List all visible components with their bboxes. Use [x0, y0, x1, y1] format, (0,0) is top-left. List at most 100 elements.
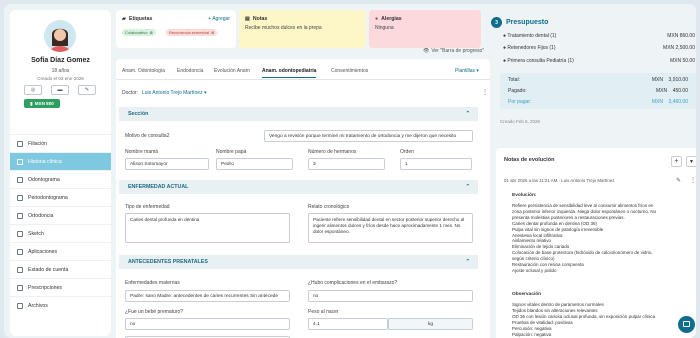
sidebar-item-historia-clinica[interactable]: Historia clínica [10, 152, 111, 170]
edit-button[interactable]: ✎ [78, 85, 96, 95]
notas-card[interactable]: ▤ Notas Recibe muchos dulces en la prepa [239, 10, 366, 48]
section-header[interactable]: ANTECEDENTES PRENATALES ⌃ [119, 255, 478, 269]
add-note-button[interactable]: + [671, 156, 682, 167]
peso-input[interactable]: 4.1 [308, 318, 388, 330]
pencil-icon [17, 230, 23, 237]
tag-chip[interactable]: Recurrencia semestral ⊗ [166, 29, 218, 36]
total-label: Total: [508, 77, 520, 83]
remove-tag-icon[interactable]: ⊗ [211, 30, 214, 35]
sidebar-item-ortodoncia[interactable]: Ortodoncia [10, 206, 111, 224]
orden-input[interactable]: 1 [400, 158, 472, 170]
tab-anam-odontologia[interactable]: Anam. Odontología [122, 68, 165, 74]
complicaciones-label: ¿Hubo complicaciones en el embarazo? [308, 280, 398, 286]
tipo-enfermedad-textarea[interactable]: Caries dental profunda en dentina [125, 213, 290, 243]
patient-sidebar: Sofía Díaz Gomez 18 años Creado el 03 en… [10, 10, 111, 336]
alergias-card[interactable]: ● Alergias Ninguna [369, 10, 481, 48]
edit-icon[interactable]: ✎ [676, 177, 681, 184]
clipboard-icon [17, 158, 23, 165]
observacion-subtitle: Observación [512, 292, 542, 297]
sidebar-item-estado-de-cuenta[interactable]: Estado de cuenta [10, 260, 111, 278]
tab-endodoncia[interactable]: Endodoncia [177, 68, 203, 74]
tag-chip[interactable]: Colaborativo ⊗ [122, 29, 156, 36]
nombre-mama-input[interactable]: Alison Sotomayor [125, 158, 209, 170]
sidebar-item-label: Archivos [28, 302, 48, 309]
note-meta: 01 abr 2026 a las 11:21 AM · Luis Antoni… [504, 178, 615, 183]
relato-textarea[interactable]: Paciente refiere sensibilidad dental en … [308, 213, 473, 243]
section-header[interactable]: ENFERMEDAD ACTUAL ⌃ [119, 180, 478, 194]
add-tag-button[interactable]: + Agregar [208, 16, 230, 22]
presupuesto-title: Presupuesto [506, 19, 549, 26]
folder-icon [17, 302, 23, 309]
sidebar-item-filiacion[interactable]: Filiación [10, 134, 111, 152]
patient-age: 18 años [51, 68, 70, 74]
whatsapp-button[interactable]: ◎ [24, 85, 42, 95]
filter-button[interactable]: ▼ [686, 156, 696, 167]
wallet-icon [17, 266, 23, 273]
remove-tag-icon[interactable]: ⊗ [149, 30, 152, 35]
balance-badge[interactable]: ▮ MXN 800 [24, 99, 60, 108]
tab-evolucion-anam[interactable]: Evolución Anam [214, 68, 250, 74]
more-options-icon[interactable]: ⋮ [690, 177, 696, 184]
section-title: ENFERMEDAD ACTUAL [128, 184, 189, 190]
chat-button[interactable] [678, 316, 695, 333]
sidebar-item-archivos[interactable]: Archivos [10, 296, 111, 314]
bullet-icon: ● [503, 45, 507, 51]
pagado-value: 450.00 [672, 88, 688, 94]
section-header[interactable]: Sección ⌃ [119, 107, 478, 121]
budget-item-name: Tratamiento dental (1) [507, 33, 557, 39]
sidebar-item-aplicaciones[interactable]: Aplicaciones [10, 242, 111, 260]
budget-item[interactable]: ● Primera consulta Pediatría (1) MXN 50.0… [503, 58, 696, 64]
tag-label: Colaborativo [125, 30, 148, 35]
prematuro-input[interactable]: no [125, 318, 290, 330]
tooth-icon [17, 176, 23, 183]
sidebar-item-sketch[interactable]: Sketch [10, 224, 111, 242]
patient-name: Sofía Díaz Gomez [31, 57, 90, 64]
plantillas-dropdown[interactable]: Plantillas ▾ [455, 68, 479, 74]
sidebar-item-label: Historia clínica [28, 158, 62, 165]
clinical-history-panel: Anam. Odontología Endodoncia Evolución A… [116, 59, 490, 338]
notas-title: Notas [252, 16, 268, 22]
etiquetas-card: ▰ Etiquetas + Agregar Colaborativo ⊗ Recur… [116, 10, 236, 48]
sidebar-item-odontograma[interactable]: Odontograma [10, 170, 111, 188]
tab-bar: Anam. Odontología Endodoncia Evolución A… [116, 68, 490, 80]
doctor-label: Doctor: [122, 90, 139, 96]
balance-value: MXN 800 [34, 101, 54, 106]
budget-item[interactable]: ● Retenedores Fijos (1) MXN 2,500.00 [503, 45, 696, 51]
complicaciones-input[interactable]: no [308, 290, 473, 302]
doctor-select[interactable]: Luis Antonio Trejo Martínez ▾ [142, 90, 207, 96]
evolucion-subtitle: Evolución: [512, 193, 537, 198]
sidebar-item-prescripciones[interactable]: Prescripciones [10, 278, 111, 296]
enfermedades-maternas-input[interactable]: Padre: sano Madre: antecedentes de carie… [125, 290, 290, 302]
peso-label: Peso al nacer [308, 309, 339, 315]
hermanos-input[interactable]: 3 [308, 158, 385, 170]
chart-icon [17, 194, 23, 201]
tab-consentimientos[interactable]: Consentimientos [331, 68, 368, 74]
more-options-icon[interactable]: ⋮ [482, 89, 488, 96]
enfermedades-maternas-label: Enfermedades maternas [125, 280, 180, 286]
doctor-value: Luis Antonio Trejo Martínez [142, 90, 203, 96]
budget-item[interactable]: ● Tratamiento dental (1) MXN 860.00 [503, 33, 696, 39]
evolution-notes-card: Notas de evolución + ▼ 01 abr 2026 a las… [496, 148, 696, 338]
total-value: 3,910.00 [668, 77, 688, 83]
message-icon: ▬ [57, 87, 63, 93]
observacion-text: Signos vitales dentro de parámetros norm… [512, 302, 655, 337]
tag-icon: ▰ [122, 16, 126, 22]
budget-created: Creado Feb 6, 2026 [500, 119, 541, 124]
sidebar-item-label: Aplicaciones [28, 248, 58, 255]
message-button[interactable]: ▬ [51, 85, 69, 95]
note-line: Ajuste oclusal y pulido [512, 267, 557, 273]
pagado-label: Pagado: [508, 88, 527, 94]
nombre-papa-input[interactable]: Pedro [216, 158, 293, 170]
chevron-up-icon: ⌃ [465, 184, 470, 190]
bullet-icon: ● [503, 33, 507, 39]
prematuro-label: ¿Fue un bebé prematuro? [125, 309, 184, 315]
plus-icon: + [674, 158, 679, 165]
sidebar-item-label: Filiación [28, 140, 48, 147]
view-progress-link[interactable]: 👁 Ver "Barra de progreso" [423, 48, 484, 54]
motivo-input[interactable]: Vengo a revisión porque terminé mi trata… [264, 130, 473, 142]
budget-totals: Total: MXN 3,910.00 Pagado: MXN 450.00 Por… [500, 73, 696, 109]
sidebar-item-periodontograma[interactable]: Periodontograma [10, 188, 111, 206]
tab-anam-odontopediatria[interactable]: Anam. odontopediatría [262, 68, 317, 78]
pagado-currency: MXN [656, 88, 668, 94]
porpagar-label: Por pagar: [508, 99, 532, 105]
